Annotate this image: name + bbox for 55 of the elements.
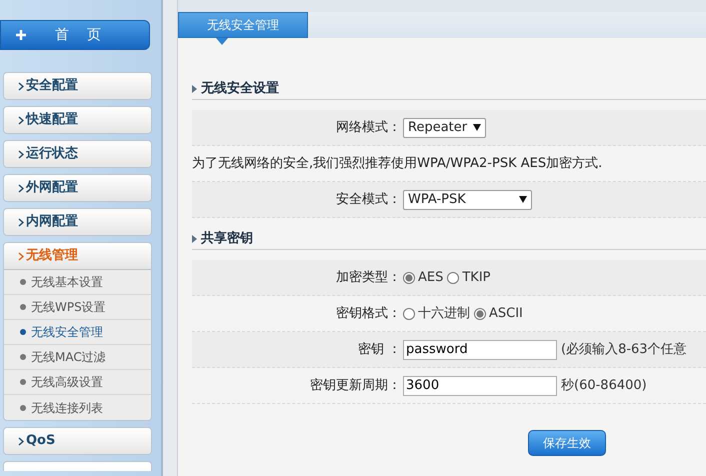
field-label: 密钥格式： bbox=[335, 304, 402, 323]
field-label: 加密类型： bbox=[335, 268, 402, 287]
option-label: TKIP bbox=[462, 268, 490, 287]
caret-icon bbox=[519, 196, 527, 203]
triangle-icon bbox=[192, 84, 197, 92]
field-label: 密钥 ： bbox=[356, 340, 402, 359]
triangle-icon bbox=[192, 234, 197, 242]
option-label: AES bbox=[418, 268, 444, 287]
option-label: ASCII bbox=[489, 304, 523, 323]
chevron-icon bbox=[18, 252, 24, 260]
sidebar-item[interactable]: 运行状态 bbox=[3, 140, 152, 168]
sidebar-item[interactable]: 内网配置 bbox=[3, 208, 152, 236]
chevron-icon bbox=[18, 184, 24, 192]
chevron-icon bbox=[18, 150, 24, 158]
bullet-icon bbox=[20, 354, 26, 360]
chevron-icon bbox=[18, 218, 24, 226]
sidebar-subitem[interactable]: 无线连接列表 bbox=[4, 395, 151, 420]
notice-text: 为了无线网络的安全,我们强烈推荐使用WPA/WPA2-PSK AES加密方式. bbox=[192, 154, 602, 173]
caret-icon bbox=[473, 124, 481, 131]
sidebar-subitem[interactable]: 无线基本设置 bbox=[4, 270, 151, 295]
sidebar-subitem[interactable]: 无线高级设置 bbox=[4, 370, 151, 395]
plus-icon bbox=[15, 29, 27, 41]
sidebar-item[interactable]: 快速配置 bbox=[3, 106, 152, 134]
radio-button[interactable] bbox=[403, 272, 415, 284]
field-label: 安全模式： bbox=[335, 190, 402, 209]
section-title: 无线安全设置 bbox=[201, 80, 279, 98]
hint-text: 秒(60-86400) bbox=[561, 376, 647, 395]
pointer-icon bbox=[216, 38, 228, 45]
sidebar-subitem[interactable]: 无线WPS设置 bbox=[4, 295, 151, 320]
hint-text: (必须输入8-63个任意 bbox=[561, 340, 687, 359]
input-field[interactable]: password bbox=[403, 340, 557, 360]
bullet-icon bbox=[20, 404, 26, 410]
sidebar-subitem[interactable]: 无线安全管理 bbox=[4, 320, 151, 345]
field-label: 密钥更新周期： bbox=[309, 376, 402, 395]
section-title: 共享密钥 bbox=[201, 230, 253, 248]
dropdown-field[interactable]: Repeater bbox=[403, 118, 486, 138]
sidebar-subitem[interactable]: 无线MAC过滤 bbox=[4, 345, 151, 370]
radio-button[interactable] bbox=[447, 272, 460, 284]
field-label: 网络模式： bbox=[335, 118, 402, 137]
chevron-icon bbox=[18, 436, 24, 446]
bullet-icon bbox=[20, 279, 26, 285]
bullet-icon bbox=[20, 379, 26, 385]
radio-button[interactable] bbox=[474, 308, 486, 320]
chevron-icon bbox=[18, 82, 24, 90]
sidebar-item[interactable]: 安全配置 bbox=[3, 72, 152, 100]
chevron-icon bbox=[18, 116, 24, 124]
dropdown-field[interactable]: WPA-PSK bbox=[403, 190, 532, 210]
sidebar-item[interactable]: QoS bbox=[3, 427, 152, 455]
option-label: 十六进制 bbox=[418, 304, 470, 323]
bullet-icon bbox=[20, 329, 26, 335]
bullet-icon bbox=[20, 304, 26, 310]
radio-button[interactable] bbox=[403, 308, 415, 320]
input-field[interactable]: 3600 bbox=[403, 376, 557, 396]
home-button[interactable]: 首 页 bbox=[0, 20, 150, 50]
sidebar-item[interactable]: 外网配置 bbox=[3, 174, 152, 202]
